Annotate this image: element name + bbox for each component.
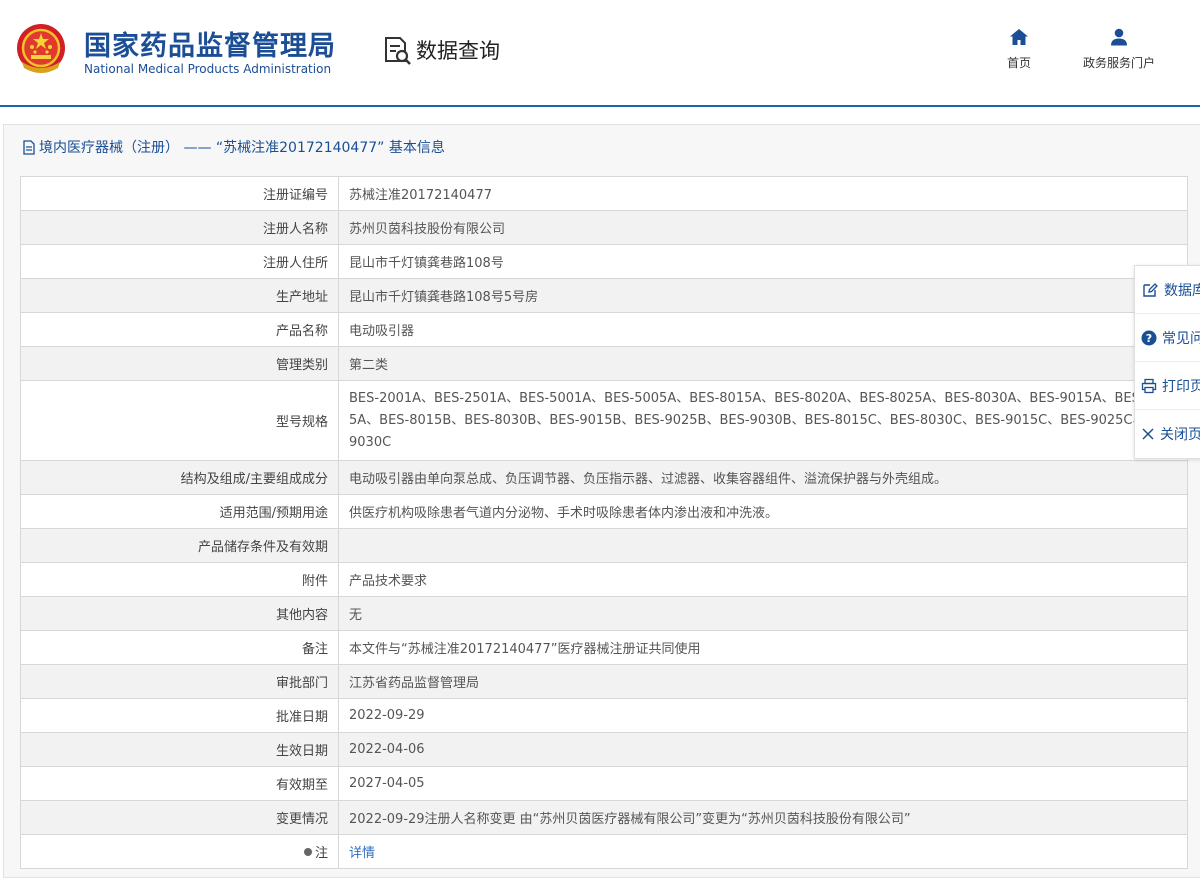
details-link[interactable]: 详情: [349, 846, 375, 861]
side-database-label: 数据库: [1164, 282, 1200, 299]
side-close-button[interactable]: 关闭页面: [1135, 410, 1200, 458]
table-row: 变更情况 2022-09-29注册人名称变更 由“苏州贝茵医疗器械有限公司”变更为…: [20, 800, 1188, 835]
row-value: 苏州贝茵科技股份有限公司: [338, 210, 1188, 245]
row-label: 其他内容: [20, 596, 339, 631]
table-row: 生产地址 昆山市千灯镇龚巷路108号5号房: [20, 278, 1188, 313]
table-row: 备注 本文件与“苏械注准20172140477”医疗器械注册证共同使用: [20, 630, 1188, 665]
bullet-icon: [303, 848, 312, 856]
side-print-button[interactable]: 打印页面: [1135, 362, 1200, 410]
row-label: 批准日期: [20, 698, 339, 733]
table-row: 产品储存条件及有效期: [20, 528, 1188, 563]
detail-panel: 境内医疗器械（注册） —— “苏械注准20172140477” 基本信息 注册证…: [3, 124, 1200, 878]
side-faq-button[interactable]: ? 常见问题: [1135, 314, 1200, 362]
row-value: 无: [338, 596, 1188, 631]
table-row: 其他内容无: [20, 596, 1188, 631]
section-title: 数据查询: [416, 39, 500, 63]
row-value: 供医疗机构吸除患者气道内分泌物、手术时吸除患者体内渗出液和冲洗液。: [338, 494, 1188, 529]
row-value: 昆山市千灯镇龚巷路108号: [338, 244, 1188, 279]
user-icon: [1111, 28, 1127, 46]
row-label: 审批部门: [20, 664, 339, 699]
row-value: 电动吸引器由单向泵总成、负压调节器、负压指示器、过滤器、收集容器组件、溢流保护器…: [338, 460, 1188, 495]
org-name-en[interactable]: National Medical Products Administration: [84, 62, 331, 76]
row-value: 江苏省药品监督管理局: [338, 664, 1188, 699]
row-label: 备注: [20, 630, 339, 665]
row-label: 产品储存条件及有效期: [20, 528, 339, 563]
side-database-button[interactable]: 数据库: [1135, 266, 1200, 314]
row-label: 注册人名称: [20, 210, 339, 245]
row-value: BES-2001A、BES-2501A、BES-5001A、BES-5005A、…: [338, 380, 1188, 461]
row-value: 苏械注准20172140477: [338, 176, 1188, 211]
data-query-title: 数据查询: [380, 33, 500, 67]
side-toolbar: 数据库 ? 常见问题 打印页面 关闭页面: [1134, 265, 1200, 459]
table-row: 生效日期 2022-04-06: [20, 732, 1188, 767]
row-label: 结构及组成/主要组成成分: [20, 460, 339, 495]
row-value: 电动吸引器: [338, 312, 1188, 347]
document-icon: [23, 139, 35, 155]
table-row: 有效期至 2027-04-05: [20, 766, 1188, 801]
row-label: 管理类别: [20, 346, 339, 381]
table-row: 产品名称 电动吸引器: [20, 312, 1188, 347]
nav-gov-service-label: 政务服务门户: [1082, 56, 1155, 70]
row-label: 适用范围/预期用途: [20, 494, 339, 529]
table-row: 注册人名称 苏州贝茵科技股份有限公司: [20, 210, 1188, 245]
header-divider: [0, 105, 1200, 107]
row-label: 附件: [20, 562, 339, 597]
nav-home-label: 首页: [1006, 56, 1031, 70]
row-label: 生产地址: [20, 278, 339, 313]
table-row: 结构及组成/主要组成成分 电动吸引器由单向泵总成、负压调节器、负压指示器、过滤器、…: [20, 460, 1188, 495]
side-close-label: 关闭页面: [1160, 427, 1200, 443]
row-value: 详情: [338, 834, 1188, 869]
table-row: 附件 产品技术要求: [20, 562, 1188, 597]
row-value: 第二类: [338, 346, 1188, 381]
nav-home-link[interactable]: 首页: [990, 28, 1048, 71]
table-row: 注 详情: [20, 834, 1188, 869]
row-label: 有效期至: [20, 766, 339, 801]
registration-info-table: 注册证编号 苏械注准20172140477 注册人名称 苏州贝茵科技股份有限公司 注…: [20, 176, 1188, 869]
table-row: 注册人住所 昆山市千灯镇龚巷路108号: [20, 244, 1188, 279]
print-icon: [1141, 377, 1157, 395]
row-value: 2022-04-06: [338, 732, 1188, 767]
row-value: 2022-09-29: [338, 698, 1188, 733]
close-icon: [1141, 425, 1155, 443]
row-value: [338, 528, 1188, 563]
national-emblem-icon: [17, 24, 65, 73]
row-label: 注: [20, 834, 339, 869]
nav-gov-service-link[interactable]: 政务服务门户: [1068, 28, 1170, 71]
breadcrumb: 境内医疗器械（注册） —— “苏械注准20172140477” 基本信息: [22, 137, 445, 157]
row-label: 产品名称: [20, 312, 339, 347]
table-row: 适用范围/预期用途 供医疗机构吸除患者气道内分泌物、手术时吸除患者体内渗出液和冲洗…: [20, 494, 1188, 529]
table-row: 注册证编号 苏械注准20172140477: [20, 176, 1188, 211]
home-icon: [1010, 29, 1028, 45]
row-value: 本文件与“苏械注准20172140477”医疗器械注册证共同使用: [338, 630, 1188, 665]
org-name-cn[interactable]: 国家药品监督管理局: [84, 24, 336, 63]
table-row: 审批部门 江苏省药品监督管理局: [20, 664, 1188, 699]
svg-text:?: ?: [1146, 332, 1152, 345]
table-row: 型号规格 BES-2001A、BES-2501A、BES-5001A、BES-50…: [20, 380, 1188, 461]
row-label: 注册人住所: [20, 244, 339, 279]
note-label: 注: [314, 846, 328, 861]
row-value: 2027-04-05: [338, 766, 1188, 801]
site-header: 国家药品监督管理局 National Medical Products Admi…: [0, 0, 1200, 107]
row-label: 注册证编号: [20, 176, 339, 211]
row-value: 昆山市千灯镇龚巷路108号5号房: [338, 278, 1188, 313]
edit-icon: [1141, 281, 1159, 299]
side-faq-label: 常见问题: [1162, 330, 1200, 347]
help-icon: ?: [1141, 329, 1157, 347]
row-label: 变更情况: [20, 800, 339, 835]
table-row: 管理类别 第二类: [20, 346, 1188, 381]
row-value: 产品技术要求: [338, 562, 1188, 597]
row-label: 型号规格: [20, 380, 339, 461]
table-row: 批准日期 2022-09-29: [20, 698, 1188, 733]
row-label: 生效日期: [20, 732, 339, 767]
row-value: 2022-09-29注册人名称变更 由“苏州贝茵医疗器械有限公司”变更为“苏州贝…: [338, 800, 1188, 835]
side-print-label: 打印页面: [1162, 378, 1200, 395]
document-search-icon: [385, 37, 411, 65]
breadcrumb-text: 境内医疗器械（注册） —— “苏械注准20172140477” 基本信息: [39, 140, 445, 156]
